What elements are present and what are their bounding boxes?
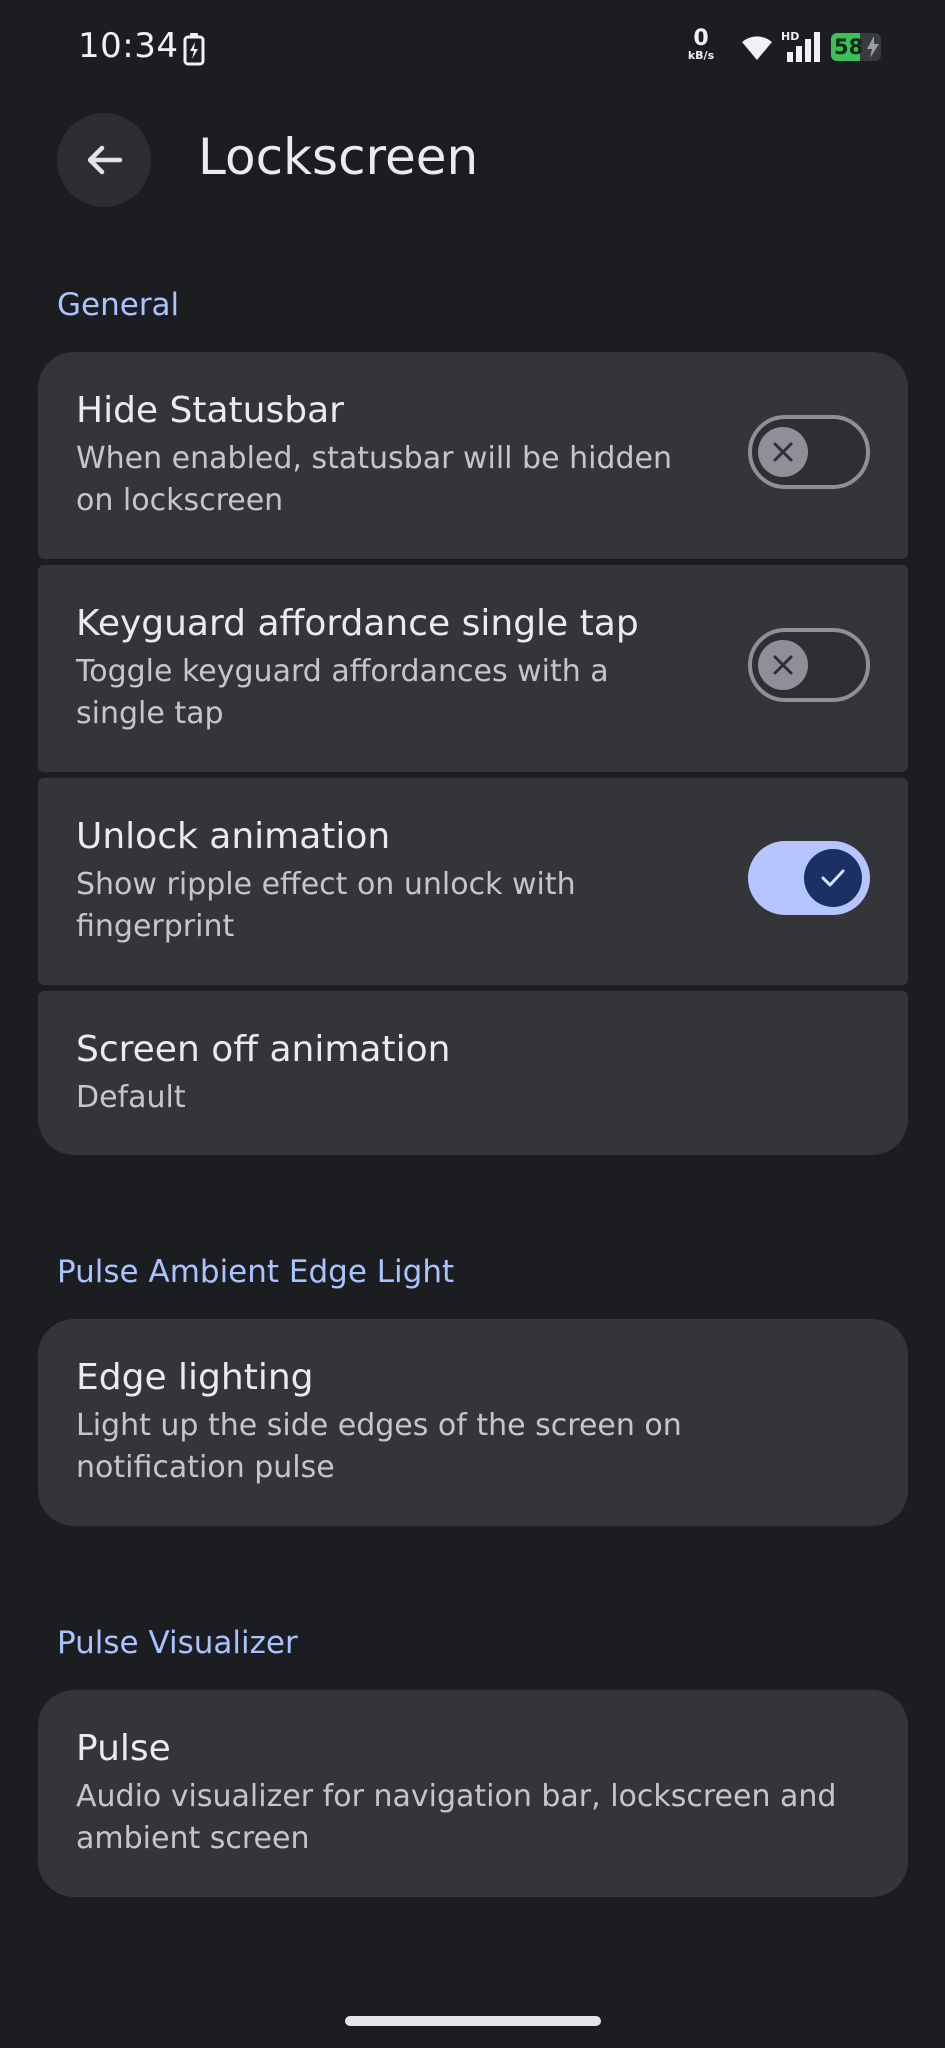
network-speed: 0 kB/s bbox=[686, 28, 716, 62]
setting-edge-lighting[interactable]: Edge lighting Light up the side edges of… bbox=[38, 1319, 908, 1526]
setting-title: Pulse bbox=[76, 1728, 171, 1769]
battery-charging-icon bbox=[183, 32, 205, 70]
setting-summary: Default bbox=[76, 1080, 186, 1115]
page-title: Lockscreen bbox=[198, 128, 479, 186]
setting-title: Edge lighting bbox=[76, 1357, 314, 1398]
setting-summary: Show ripple effect on unlock with finger… bbox=[76, 867, 576, 944]
battery-indicator: 58 bbox=[831, 33, 887, 61]
switch-thumb bbox=[758, 427, 808, 477]
home-gesture-bar[interactable] bbox=[345, 2016, 601, 2026]
unlock-animation-switch[interactable] bbox=[748, 841, 870, 915]
status-time: 10:34 bbox=[78, 26, 179, 66]
switch-thumb bbox=[758, 640, 808, 690]
setting-title: Keyguard affordance single tap bbox=[76, 603, 639, 644]
section-header-pulse-visualizer: Pulse Visualizer bbox=[57, 1625, 298, 1661]
setting-summary: Toggle keyguard affordances with a singl… bbox=[76, 654, 609, 731]
close-icon bbox=[773, 442, 793, 462]
hide-statusbar-switch[interactable] bbox=[748, 415, 870, 489]
charging-bolt-icon bbox=[867, 36, 879, 58]
setting-title: Unlock animation bbox=[76, 816, 391, 857]
setting-unlock-animation[interactable]: Unlock animation Show ripple effect on u… bbox=[38, 778, 908, 985]
switch-thumb bbox=[804, 849, 862, 907]
check-icon bbox=[821, 869, 845, 887]
section-header-pulse-edge: Pulse Ambient Edge Light bbox=[57, 1254, 455, 1290]
close-icon bbox=[773, 655, 793, 675]
status-bar: 10:34 0 kB/s HD 58 bbox=[0, 0, 945, 96]
setting-keyguard-affordance[interactable]: Keyguard affordance single tap Toggle ke… bbox=[38, 565, 908, 772]
setting-hide-statusbar[interactable]: Hide Statusbar When enabled, statusbar w… bbox=[38, 352, 908, 559]
network-speed-unit: kB/s bbox=[687, 49, 715, 62]
cell-signal-icon bbox=[781, 30, 821, 68]
wifi-icon bbox=[739, 34, 775, 66]
setting-summary: When enabled, statusbar will be hidden o… bbox=[76, 441, 672, 518]
back-button[interactable] bbox=[57, 113, 151, 207]
setting-summary: Light up the side edges of the screen on… bbox=[76, 1408, 682, 1485]
setting-screen-off-animation[interactable]: Screen off animation Default bbox=[38, 991, 908, 1155]
network-speed-value: 0 bbox=[693, 26, 709, 51]
keyguard-affordance-switch[interactable] bbox=[748, 628, 870, 702]
setting-title: Screen off animation bbox=[76, 1029, 451, 1070]
section-header-general: General bbox=[57, 287, 180, 323]
setting-summary: Audio visualizer for navigation bar, loc… bbox=[76, 1779, 837, 1856]
screen: 10:34 0 kB/s HD 58 Lockscreen General Hi… bbox=[0, 0, 945, 2048]
setting-title: Hide Statusbar bbox=[76, 390, 344, 431]
arrow-back-icon bbox=[87, 145, 123, 175]
setting-pulse[interactable]: Pulse Audio visualizer for navigation ba… bbox=[38, 1690, 908, 1897]
battery-level: 58 bbox=[834, 35, 864, 59]
